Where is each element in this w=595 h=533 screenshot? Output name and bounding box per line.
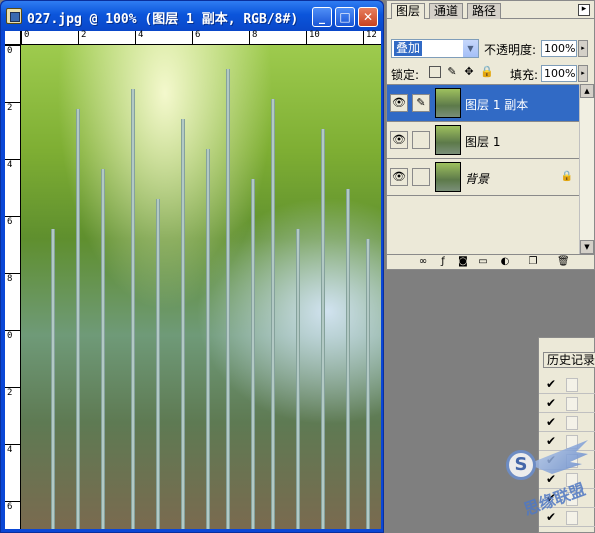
image-canvas-bamboo-forest[interactable] xyxy=(21,45,381,529)
tab-history[interactable]: 历史记录 xyxy=(543,352,595,368)
eye-visibility-icon[interactable]: 👁 xyxy=(390,168,408,186)
fill-input[interactable]: 100% xyxy=(541,65,577,82)
layer-mask-icon[interactable]: ◙ xyxy=(457,256,469,268)
checkmark-icon[interactable]: ✔ xyxy=(544,378,558,392)
layer-row-layer1[interactable]: 👁 图层 1 xyxy=(387,122,579,159)
watermark-logo: S 思缘联盟 xyxy=(488,430,592,530)
opacity-slider-button[interactable]: ▸ xyxy=(578,40,588,57)
ruler-tick: 4 xyxy=(5,444,21,455)
opacity-label: 不透明度: xyxy=(484,43,537,57)
ruler-tick: 4 xyxy=(5,159,21,170)
link-layers-icon[interactable]: ∞ xyxy=(417,256,429,268)
layer-thumbnail xyxy=(435,125,461,155)
layers-panel: 图层 通道 路径 ▸ 叠加 ▼ 不透明度: 100% ▸ 锁定: ✎ ✥ 🔒 填… xyxy=(386,0,595,270)
fill-slider-button[interactable]: ▸ xyxy=(578,65,588,82)
ruler-tick: 6 xyxy=(5,216,21,227)
layer-list: 👁 ✎ 图层 1 副本 👁 图层 1 👁 背景 🔒 xyxy=(387,84,579,254)
layer-style-icon[interactable]: ƒ xyxy=(437,256,449,268)
layer-name: 图层 1 副本 xyxy=(465,98,529,112)
ruler-tick: 6 xyxy=(5,501,21,512)
document-window: 027.jpg @ 100% (图层 1 副本, RGB/8#) _ □ ✕ 0… xyxy=(0,0,384,533)
layers-scrollbar[interactable]: ▲ ▼ xyxy=(579,84,594,254)
ruler-origin[interactable] xyxy=(5,31,21,45)
chevron-down-icon[interactable]: ▼ xyxy=(463,40,478,57)
trash-delete-icon[interactable]: 🗑 xyxy=(557,256,570,268)
watermark-text: 思缘联盟 xyxy=(521,479,588,520)
blend-mode-value: 叠加 xyxy=(394,41,423,56)
tab-paths[interactable]: 路径 xyxy=(467,3,502,19)
checkmark-icon[interactable]: ✔ xyxy=(544,397,558,411)
layers-panel-footer: ∞ ƒ ◙ ▭ ◐ ❐ 🗑 xyxy=(387,254,594,269)
maximize-button[interactable]: □ xyxy=(335,7,355,27)
ruler-tick: 2 xyxy=(5,102,21,113)
horizontal-ruler[interactable]: 0 2 4 6 8 10 12 xyxy=(21,31,381,45)
panel-menu-arrow-icon[interactable]: ▸ xyxy=(578,4,590,16)
wing-icon xyxy=(528,440,588,474)
photoshop-document-icon xyxy=(6,8,22,24)
lock-transparent-icon[interactable] xyxy=(429,66,441,78)
ruler-tick: 8 xyxy=(249,31,257,45)
ruler-tick: 0 xyxy=(5,45,21,56)
ruler-tick: 6 xyxy=(192,31,200,45)
opacity-input[interactable]: 100% xyxy=(541,40,577,57)
layer-thumbnail xyxy=(435,88,461,118)
vertical-ruler[interactable]: 0 2 4 6 8 0 2 4 6 xyxy=(5,45,21,529)
layer-row-copy[interactable]: 👁 ✎ 图层 1 副本 xyxy=(387,85,579,122)
layer-row-background[interactable]: 👁 背景 🔒 xyxy=(387,159,579,196)
new-layer-icon[interactable]: ❐ xyxy=(527,256,539,268)
blend-mode-select[interactable]: 叠加 ▼ xyxy=(391,39,479,58)
document-titlebar[interactable]: 027.jpg @ 100% (图层 1 副本, RGB/8#) _ □ ✕ xyxy=(1,1,383,31)
history-row[interactable]: ✔ xyxy=(539,376,595,394)
scroll-up-icon[interactable]: ▲ xyxy=(580,84,594,98)
layer-thumbnail xyxy=(435,162,461,192)
history-row[interactable]: ✔ xyxy=(539,395,595,413)
lock-icon: 🔒 xyxy=(560,171,573,182)
ruler-tick: 4 xyxy=(135,31,143,45)
adjustment-layer-icon[interactable]: ◐ xyxy=(499,256,511,268)
ruler-tick: 12 xyxy=(363,31,377,45)
lock-label: 锁定: xyxy=(391,68,420,82)
scroll-down-icon[interactable]: ▼ xyxy=(580,240,594,254)
new-group-folder-icon[interactable]: ▭ xyxy=(477,256,489,268)
s-logo-icon: S xyxy=(506,450,536,480)
eye-visibility-icon[interactable]: 👁 xyxy=(390,94,408,112)
ruler-tick: 8 xyxy=(5,273,21,284)
ruler-tick: 2 xyxy=(5,387,21,398)
close-button[interactable]: ✕ xyxy=(358,7,378,27)
eye-visibility-icon[interactable]: 👁 xyxy=(390,131,408,149)
brush-edit-icon[interactable]: ✎ xyxy=(412,94,430,112)
ruler-tick: 0 xyxy=(5,330,21,341)
fill-label: 填充: xyxy=(510,68,539,82)
layer-name: 背景 xyxy=(465,172,490,186)
minimize-button[interactable]: _ xyxy=(312,7,332,27)
link-box[interactable] xyxy=(412,131,430,149)
lock-position-move-icon[interactable]: ✥ xyxy=(463,66,475,78)
layer-name: 图层 1 xyxy=(465,135,501,149)
checkmark-icon[interactable]: ✔ xyxy=(544,416,558,430)
ruler-tick: 2 xyxy=(78,31,86,45)
ruler-tick: 10 xyxy=(306,31,320,45)
tab-layers[interactable]: 图层 xyxy=(391,3,426,19)
tab-channels[interactable]: 通道 xyxy=(429,3,464,19)
panel-tabs: 图层 通道 路径 ▸ xyxy=(387,1,594,19)
document-title: 027.jpg @ 100% (图层 1 副本, RGB/8#) xyxy=(27,12,299,27)
ruler-tick: 0 xyxy=(21,31,29,45)
link-box[interactable] xyxy=(412,168,430,186)
lock-paint-brush-icon[interactable]: ✎ xyxy=(446,66,458,78)
lock-all-icon[interactable]: 🔒 xyxy=(480,66,494,78)
